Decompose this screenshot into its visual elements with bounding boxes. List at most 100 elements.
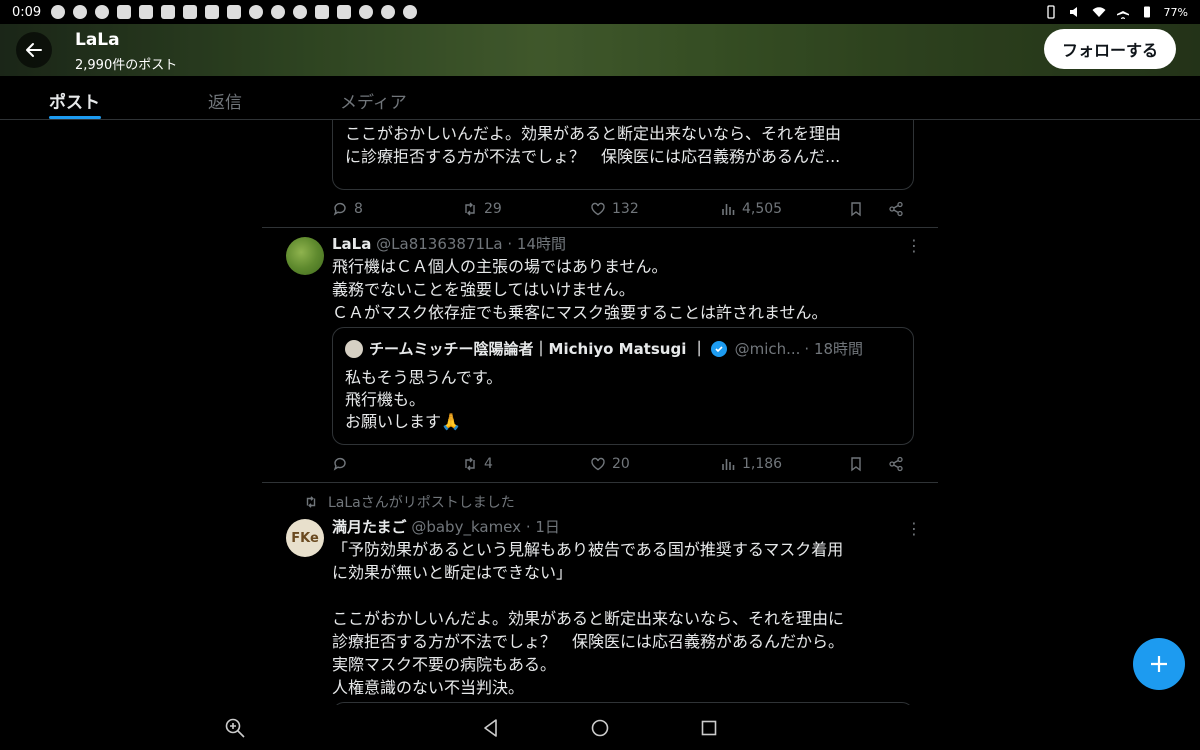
vibrate-icon [1046,5,1055,19]
notification-icon [293,5,308,19]
notification-icon [315,5,330,19]
system-status: 77% [1044,5,1188,19]
repost-button[interactable]: 4 [462,456,493,472]
like-icon [591,202,605,216]
like-button[interactable]: 132 [590,201,639,217]
notification-icon [359,5,374,19]
avatar[interactable] [286,237,324,275]
post-actions: 4 20 1,186 [332,456,904,476]
zoom-icon[interactable] [224,717,246,739]
post-text-line: 「予防効果があるという見解もあり被告である国が推奨するマスク着用 [332,540,844,559]
repost-label[interactable]: LaLaさんがリポストしました [328,492,515,512]
nav-back-icon[interactable] [480,717,502,739]
notification-icon [73,5,88,19]
quoted-post[interactable]: ここがおかしいんだよ。効果があると断定出来ないなら、それを理由 に診療拒否する方… [332,120,914,190]
battery-level: 77% [1163,5,1188,19]
quote-text-line: に診療拒否する方が不法でしょ？ 保険医には応召義務があるんだ... [345,147,841,166]
bookmark-button[interactable] [848,456,864,472]
tab-media[interactable]: メディア [340,88,407,113]
views-button[interactable]: 1,186 [720,456,782,472]
avatar-text: FKe [291,530,319,546]
quote-author-name: チームミッチー陰陽論者｜Michiyo Matsugi ｜ [369,340,707,358]
post-actions: 8 29 132 4,505 [332,201,904,221]
repost-button[interactable]: 29 [462,201,502,217]
notification-icon [139,5,154,19]
follow-button[interactable]: フォローする [1043,29,1176,69]
repost-icon [465,202,475,216]
author-handle[interactable]: @baby_kamex [411,518,521,536]
bookmark-icon [851,457,861,472]
quote-author-line: チームミッチー陰陽論者｜Michiyo Matsugi ｜ @mich... ·… [345,338,901,359]
nav-recents-icon[interactable] [698,717,720,739]
profile-name: LaLa [75,30,120,50]
pray-emoji: 🙏 [441,412,461,431]
repost-indicator: LaLaさんがリポストしました [304,492,515,512]
post-text-line: 義務でないことを強要してはいけません。 [332,280,635,299]
author-handle[interactable]: @La81363871La [376,235,502,253]
quote-avatar [345,339,363,358]
back-arrow-icon [26,43,42,57]
wifi-icon [1092,7,1106,17]
views-button[interactable]: 4,505 [720,201,782,217]
post-author-line: 満月たまご @baby_kamex · 1日 [332,516,560,537]
timeline[interactable]: ここがおかしいんだよ。効果があると断定出来ないなら、それを理由 に診療拒否する方… [262,120,938,705]
notification-icon [271,5,286,19]
post-text: 「予防効果があるという見解もあり被告である国が推奨するマスク着用 に効果が無いと… [332,538,912,699]
views-icon [722,204,735,215]
bookmark-button[interactable] [848,201,864,217]
post-text: 飛行機はＣＡ個人の主張の場ではありません。 義務でないことを強要してはいけません… [332,255,912,324]
more-options-button[interactable]: ⋮ [906,236,922,255]
like-count: 20 [612,456,630,472]
post-time[interactable]: · 1日 [526,518,560,536]
reply-button[interactable] [332,456,354,472]
reply-icon [333,457,346,471]
tab-replies[interactable]: 返信 [208,88,242,113]
share-button[interactable] [888,456,904,472]
reply-button[interactable]: 8 [332,201,363,217]
avatar[interactable]: FKe [286,519,324,557]
post-text-line: 飛行機はＣＡ個人の主張の場ではありません。 [332,257,668,276]
status-time: 0:09 [12,4,42,20]
quote-text-segment: お願いします [345,412,442,431]
system-nav-bar [0,705,1200,750]
like-icon [591,457,605,471]
quote-text-line: 私もそう思うんです。 [345,368,503,387]
more-icon: ⋮ [906,519,922,538]
compose-button[interactable] [1133,638,1185,690]
post-divider [262,482,938,483]
notification-icon [403,5,418,19]
like-count: 132 [612,201,639,217]
share-button[interactable] [888,201,904,217]
like-button[interactable]: 20 [590,456,630,472]
author-name[interactable]: LaLa [332,235,371,253]
notification-icon [337,5,352,19]
status-bar: 0:09 77% [0,0,1200,24]
author-name[interactable]: 満月たまご [332,518,407,536]
quote-time: · 18時間 [804,340,864,358]
quoted-post[interactable]: チームミッチー陰陽論者｜Michiyo Matsugi ｜ @mich... ·… [332,327,914,445]
share-icon [889,456,903,472]
back-button[interactable] [16,32,52,68]
notification-icon [95,5,110,19]
post-text-line: に効果が無いと断定はできない」 [332,563,573,582]
notification-icon [161,5,176,19]
quote-text: 私もそう思うんです。 飛行機も。 お願いします🙏 [345,367,901,433]
nav-home-icon[interactable] [589,717,611,739]
quote-text-line: 飛行機も。 [345,390,426,409]
post-text-line: ここがおかしいんだよ。効果があると断定出来ないなら、それを理由に [332,609,845,628]
more-options-button[interactable]: ⋮ [906,519,922,538]
post-text-line: 実際マスク不要の病院もある。 [332,655,557,674]
view-count: 1,186 [742,456,783,472]
post-divider [262,227,938,228]
notification-icon [227,5,242,19]
post-author-line: LaLa @La81363871La · 14時間 [332,233,566,254]
verified-icon [710,340,727,357]
post-text-line [332,584,912,607]
repost-icon [465,457,475,471]
post-text-line: 人権意識のない不当判決。 [332,678,525,697]
tab-posts[interactable]: ポスト [49,88,100,113]
post-time[interactable]: · 14時間 [507,235,566,253]
volume-icon [1069,7,1077,17]
notification-icons [51,5,418,19]
repost-count: 29 [484,201,502,217]
